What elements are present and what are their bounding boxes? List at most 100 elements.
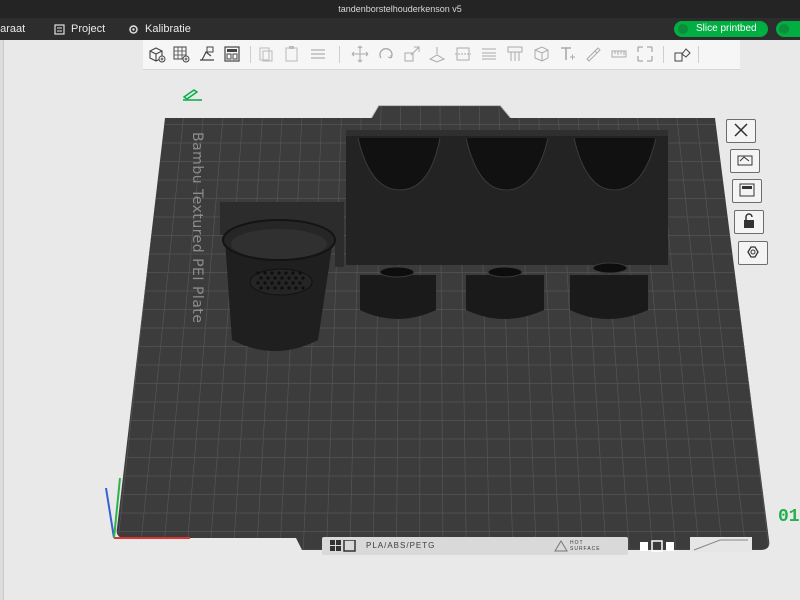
plate-filament-label: PLA/ABS/PETG [366, 541, 436, 550]
orient-plate-button[interactable] [730, 149, 760, 173]
scale-tool-button[interactable] [403, 45, 421, 63]
drain-hole [291, 271, 295, 275]
toolbar-divider [698, 46, 699, 63]
arrange-icon [739, 183, 755, 197]
lock-icon [744, 213, 754, 228]
menu-item-project-label: Project [71, 23, 106, 35]
add-cube-icon [149, 47, 166, 63]
hot-surface-label: HOT SURFACE [570, 540, 601, 552]
arrange-button[interactable] [223, 45, 241, 63]
drain-hole [280, 286, 284, 290]
paste-button[interactable] [283, 45, 301, 63]
variable-layer-icon [482, 48, 496, 60]
copy-icon [259, 47, 273, 62]
menu-item-project[interactable]: Project [54, 18, 105, 40]
move-icon [351, 45, 369, 63]
drain-hole [266, 286, 270, 290]
plate-settings-button[interactable] [738, 241, 768, 265]
measure-icon [611, 50, 627, 58]
rotate-icon [379, 48, 393, 59]
drain-hole [298, 281, 302, 285]
project-icon [54, 23, 65, 35]
layers-button[interactable] [309, 45, 327, 63]
window-title-bar: tandenborstelhouderkenson v5 [0, 0, 800, 18]
variable-layer-button[interactable] [480, 45, 498, 63]
copy-button[interactable] [257, 45, 275, 63]
drain-hole [266, 276, 270, 280]
chevron-down-icon[interactable] [779, 24, 789, 34]
paint-brush-icon [586, 47, 601, 62]
plate-type-icon [330, 540, 356, 552]
chevron-down-icon[interactable] [678, 24, 688, 34]
lay-on-face-button[interactable] [428, 45, 446, 63]
3d-viewport[interactable]: Bambu Textured PEI Plate [0, 70, 800, 600]
split-objects-button[interactable] [673, 45, 691, 63]
drain-hole [298, 271, 302, 275]
paste-icon [285, 46, 298, 62]
build-plate-canvas[interactable]: Bambu Textured PEI Plate [0, 70, 800, 600]
menu-item-calibration-label: Kalibratie [145, 23, 191, 35]
drain-hole [301, 276, 305, 280]
drain-hole [259, 286, 263, 290]
plate-name-label: Bambu Textured PEI Plate [189, 132, 205, 324]
window-title: tandenborstelhouderkenson v5 [338, 4, 462, 14]
close-view-button[interactable] [726, 119, 756, 143]
drain-hole [256, 271, 260, 275]
move-tool-button[interactable] [351, 45, 369, 63]
plate-info-bar: PLA/ABS/PETG HOT SURFACE [322, 537, 628, 555]
supports-button[interactable] [506, 45, 524, 63]
seam-button[interactable] [532, 45, 550, 63]
plate-thumbnail[interactable] [690, 537, 752, 552]
drain-hole [291, 281, 295, 285]
seam-icon [534, 46, 549, 62]
lay-on-face-icon [428, 47, 446, 63]
drain-hole [277, 281, 281, 285]
lock-plate-button[interactable] [734, 210, 764, 234]
drain-hole [256, 281, 260, 285]
toolbar-divider [339, 46, 340, 63]
add-plate-button[interactable] [172, 45, 190, 63]
support-icon [507, 46, 523, 61]
slice-plate-button[interactable]: Slice printbed [674, 21, 768, 37]
menu-item-printer[interactable]: paraat [0, 18, 25, 40]
paint-button[interactable] [584, 45, 602, 63]
assembly-icon [637, 46, 653, 62]
print-plate-button[interactable] [776, 21, 800, 37]
arrange-icon [224, 46, 240, 62]
settings-hex-icon [747, 246, 759, 258]
calibration-icon [129, 24, 138, 34]
coordinate-readout: 01 [778, 507, 800, 527]
close-icon [734, 123, 748, 137]
orient-icon [737, 155, 753, 166]
drain-hole [294, 286, 298, 290]
drain-hole [294, 276, 298, 280]
cut-icon [455, 47, 471, 61]
layers-icon [311, 49, 325, 59]
drain-hole [284, 281, 288, 285]
drain-hole [270, 281, 274, 285]
drain-hole [270, 271, 274, 275]
measure-button[interactable] [610, 45, 628, 63]
toolbar-divider [250, 46, 251, 63]
rotate-tool-button[interactable] [377, 45, 395, 63]
drain-hole [284, 271, 288, 275]
menu-item-calibration[interactable]: Kalibratie [128, 18, 191, 40]
warning-icon [554, 540, 568, 552]
grid-plate-icon [173, 46, 190, 63]
cut-tool-button[interactable] [454, 45, 472, 63]
model-toothbrush-holder[interactable] [346, 130, 668, 319]
split-icon [674, 48, 691, 62]
menu-item-printer-label: paraat [0, 23, 26, 35]
drain-hole [287, 276, 291, 280]
add-object-button[interactable] [148, 45, 166, 63]
assembly-button[interactable] [636, 45, 654, 63]
drain-hole [277, 271, 281, 275]
auto-orient-button[interactable] [198, 45, 216, 63]
drain-hole [273, 286, 277, 290]
main-toolbar [143, 40, 740, 70]
drain-hole [263, 271, 267, 275]
plate-actions-icons [640, 540, 674, 552]
text-tool-button[interactable] [558, 45, 576, 63]
text-icon [561, 47, 575, 60]
arrange-plate-button[interactable] [732, 179, 762, 203]
